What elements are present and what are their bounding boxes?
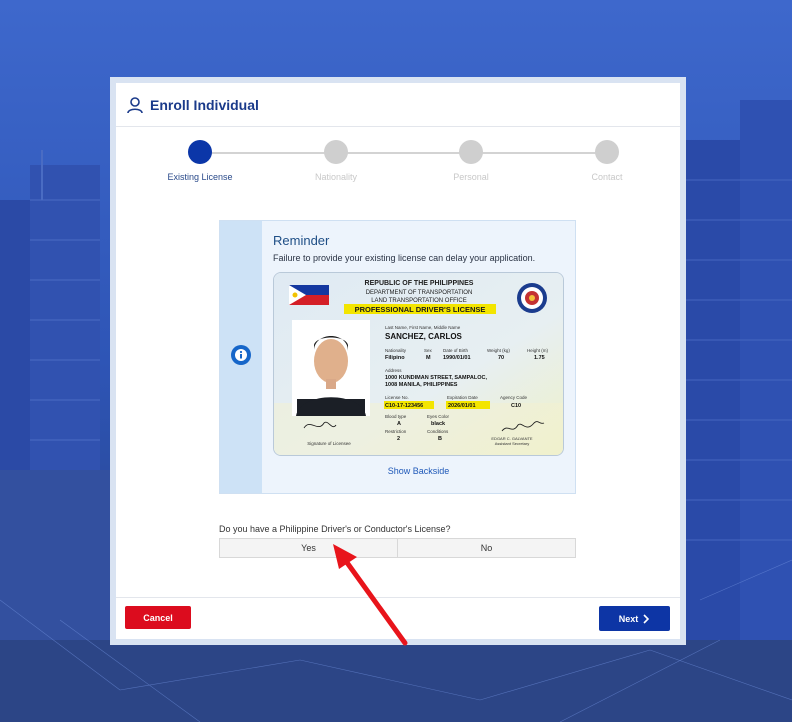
step-dot bbox=[595, 140, 619, 164]
license-nationality: Filipino bbox=[385, 355, 405, 361]
license-agency-label: Agency Code bbox=[500, 395, 528, 400]
license-height: 1.75 bbox=[534, 355, 545, 361]
license-type: PROFESSIONAL DRIVER'S LICENSE bbox=[355, 305, 486, 314]
stepper-line bbox=[200, 152, 604, 154]
license-expiration: 2026/01/01 bbox=[448, 403, 476, 409]
license-eyes-label: Eyes Color bbox=[427, 414, 450, 419]
reminder-side-bar bbox=[220, 221, 262, 493]
license-question: Do you have a Philippine Driver's or Con… bbox=[219, 524, 451, 534]
license-office: LAND TRANSPORTATION OFFICE bbox=[371, 298, 467, 304]
step-contact[interactable]: Contact bbox=[547, 140, 667, 182]
license-agency: C10 bbox=[511, 403, 521, 409]
step-dot bbox=[188, 140, 212, 164]
license-address-line2: 1008 MANILA, PHILIPPINES bbox=[385, 382, 458, 388]
step-personal[interactable]: Personal bbox=[411, 140, 531, 182]
license-signature-label: Signature of Licensee bbox=[307, 441, 351, 446]
cancel-button[interactable]: Cancel bbox=[125, 606, 191, 629]
reminder-body: Reminder Failure to provide your existin… bbox=[262, 221, 575, 493]
license-name-label: Last Name, First Name, Middle Name bbox=[385, 325, 461, 330]
yes-button[interactable]: Yes bbox=[219, 538, 398, 558]
license-card-graphic: REPUBLIC OF THE PHILIPPINES DEPARTMENT O… bbox=[274, 273, 563, 455]
info-icon bbox=[231, 345, 251, 365]
user-icon bbox=[127, 96, 143, 113]
license-address-label: Address bbox=[385, 368, 402, 373]
reminder-box: Reminder Failure to provide your existin… bbox=[219, 220, 576, 494]
license-dob: 1990/01/01 bbox=[443, 355, 471, 361]
step-label: Nationality bbox=[314, 172, 358, 182]
progress-stepper: Existing License Nationality Personal Co… bbox=[116, 140, 680, 190]
license-conditions: B bbox=[438, 436, 442, 442]
license-restriction-label: Restriction bbox=[385, 429, 407, 434]
step-label: Personal bbox=[453, 172, 489, 182]
philippine-flag-icon bbox=[289, 285, 329, 305]
license-sex: M bbox=[426, 355, 431, 361]
step-label: Contact bbox=[591, 172, 623, 182]
step-existing-license[interactable]: Existing License bbox=[140, 140, 260, 182]
chevron-right-icon bbox=[643, 613, 650, 624]
license-official-title: Assistant Secretary bbox=[495, 441, 529, 446]
license-blood-label: Blood type bbox=[385, 414, 407, 419]
license-dob-label: Date of Birth bbox=[443, 348, 469, 353]
step-dot bbox=[459, 140, 483, 164]
license-weight: 70 bbox=[498, 355, 504, 361]
step-nationality[interactable]: Nationality bbox=[276, 140, 396, 182]
license-number-label: License No. bbox=[385, 395, 409, 400]
show-backside-link[interactable]: Show Backside bbox=[262, 466, 575, 476]
license-restriction: 2 bbox=[397, 436, 400, 442]
license-blood: A bbox=[397, 421, 401, 427]
reminder-title: Reminder bbox=[273, 233, 330, 248]
license-republic: REPUBLIC OF THE PHILIPPINES bbox=[365, 280, 474, 287]
license-eyes: black bbox=[431, 421, 446, 427]
license-sex-label: Sex bbox=[424, 348, 433, 353]
license-photo bbox=[292, 320, 370, 416]
modal-header: Enroll Individual bbox=[116, 83, 680, 127]
next-button[interactable]: Next bbox=[599, 606, 670, 631]
license-answer-group: Yes No bbox=[219, 538, 576, 558]
license-conditions-label: Conditions bbox=[427, 429, 449, 434]
license-department: DEPARTMENT OF TRANSPORTATION bbox=[366, 290, 473, 296]
step-label: Existing License bbox=[167, 172, 233, 182]
license-expiration-label: Expiration Date bbox=[447, 395, 478, 400]
lto-seal-icon bbox=[517, 283, 547, 313]
license-weight-label: Weight (kg) bbox=[487, 348, 510, 353]
footer-divider bbox=[116, 597, 680, 598]
no-button[interactable]: No bbox=[398, 538, 576, 558]
license-name: SANCHEZ, CARLOS bbox=[385, 332, 463, 341]
license-height-label: Height (m) bbox=[527, 348, 549, 353]
modal-title: Enroll Individual bbox=[150, 96, 259, 113]
next-button-label: Next bbox=[618, 613, 639, 624]
license-nationality-label: Nationality bbox=[385, 348, 407, 353]
license-number: C10-17-123456 bbox=[385, 403, 423, 409]
enroll-modal: Enroll Individual Existing License Natio… bbox=[110, 77, 686, 645]
license-card-image: REPUBLIC OF THE PHILIPPINES DEPARTMENT O… bbox=[273, 272, 564, 456]
license-address-line1: 1000 KUNDIMAN STREET, SAMPALOC, bbox=[385, 375, 487, 381]
step-dot bbox=[324, 140, 348, 164]
reminder-text: Failure to provide your existing license… bbox=[273, 253, 536, 263]
